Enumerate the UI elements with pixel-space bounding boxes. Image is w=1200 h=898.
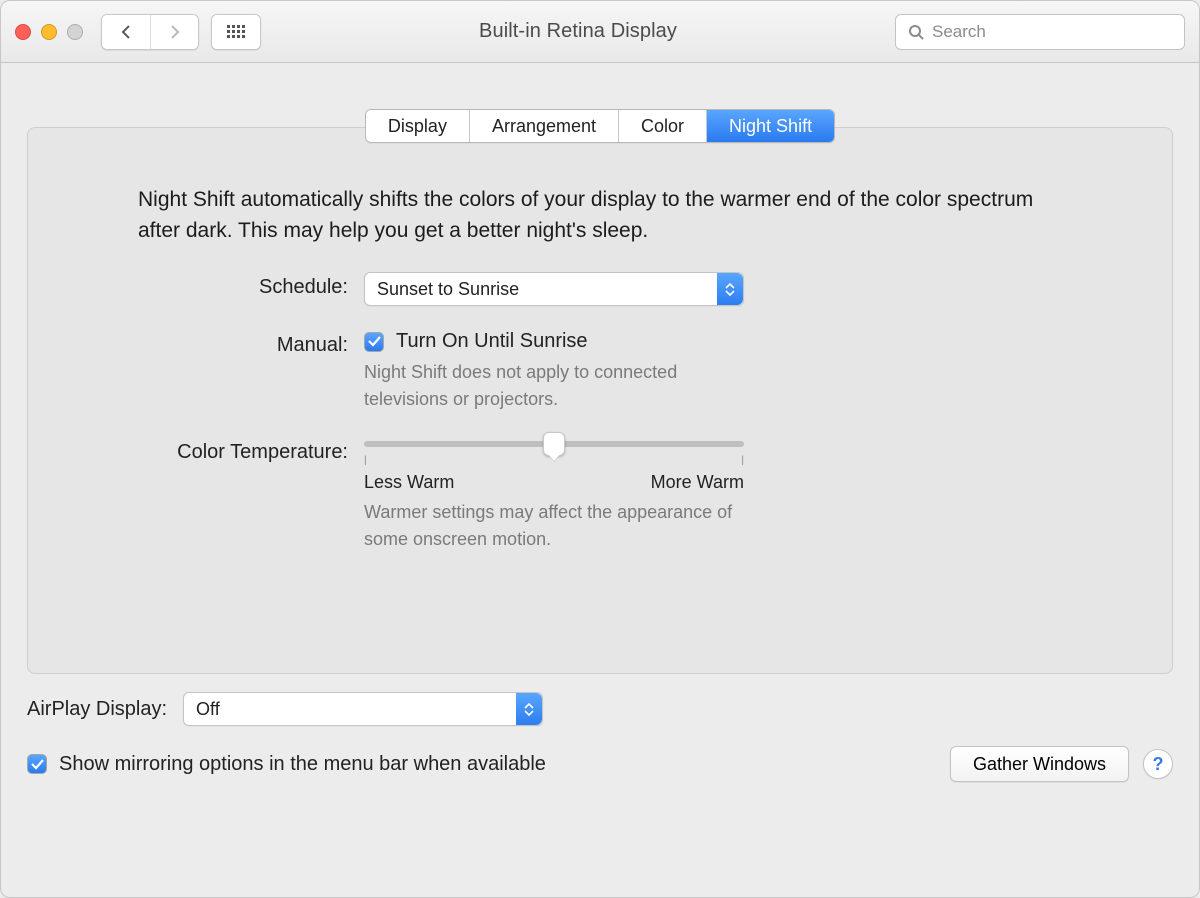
nav-group [101, 14, 199, 50]
show-all-button[interactable] [211, 14, 261, 50]
mirroring-label: Show mirroring options in the menu bar w… [59, 753, 546, 776]
manual-label: Manual: [78, 330, 348, 413]
night-shift-form: Schedule: Sunset to Sunrise Manual: [78, 272, 1062, 553]
temp-more-label: More Warm [651, 472, 744, 493]
back-button[interactable] [102, 15, 150, 49]
schedule-value: Sunset to Sunrise [377, 279, 519, 300]
zoom-window-button [67, 24, 83, 40]
manual-checkbox[interactable] [364, 332, 384, 352]
search-field[interactable] [895, 14, 1185, 50]
tab-night-shift[interactable]: Night Shift [706, 110, 834, 142]
airplay-label: AirPlay Display: [27, 698, 167, 721]
temp-less-label: Less Warm [364, 472, 454, 493]
tab-arrangement[interactable]: Arrangement [469, 110, 618, 142]
tab-color[interactable]: Color [618, 110, 706, 142]
slider-thumb[interactable] [543, 432, 565, 456]
tab-display[interactable]: Display [366, 110, 469, 142]
window-title: Built-in Retina Display [479, 20, 677, 42]
popup-arrows-icon [717, 273, 743, 305]
night-shift-pane: Night Shift automatically shifts the col… [27, 127, 1173, 674]
mirroring-checkbox[interactable] [27, 754, 47, 774]
help-button[interactable]: ? [1143, 749, 1173, 779]
temp-hint: Warmer settings may affect the appearanc… [364, 499, 744, 553]
question-icon: ? [1153, 754, 1164, 775]
manual-checkbox-label: Turn On Until Sunrise [396, 330, 588, 353]
night-shift-description: Night Shift automatically shifts the col… [138, 184, 1062, 246]
content: Display Arrangement Color Night Shift Ni… [1, 63, 1199, 897]
preferences-window: Built-in Retina Display Display Arrangem… [0, 0, 1200, 898]
grid-icon [227, 25, 245, 39]
tab-bar: Display Arrangement Color Night Shift [27, 109, 1173, 143]
forward-button[interactable] [150, 15, 198, 49]
check-icon [368, 336, 381, 347]
chevron-left-icon [120, 24, 132, 40]
schedule-label: Schedule: [78, 272, 348, 306]
bottom-controls: AirPlay Display: Off Show mirroring opti… [27, 692, 1173, 782]
check-icon [31, 759, 44, 770]
search-input[interactable] [932, 22, 1172, 42]
close-window-button[interactable] [15, 24, 31, 40]
search-icon [908, 24, 924, 40]
airplay-value: Off [196, 699, 220, 720]
chevron-right-icon [169, 24, 181, 40]
color-temperature-slider[interactable]: || Less Warm More Warm [364, 437, 744, 493]
title-wrap: Built-in Retina Display [273, 20, 883, 43]
schedule-popup[interactable]: Sunset to Sunrise [364, 272, 744, 306]
toolbar: Built-in Retina Display [1, 1, 1199, 63]
manual-hint: Night Shift does not apply to connected … [364, 359, 744, 413]
gather-windows-button[interactable]: Gather Windows [950, 746, 1129, 782]
traffic-lights [15, 24, 83, 40]
airplay-popup[interactable]: Off [183, 692, 543, 726]
popup-arrows-icon [516, 693, 542, 725]
temp-label: Color Temperature: [78, 437, 348, 553]
minimize-window-button[interactable] [41, 24, 57, 40]
